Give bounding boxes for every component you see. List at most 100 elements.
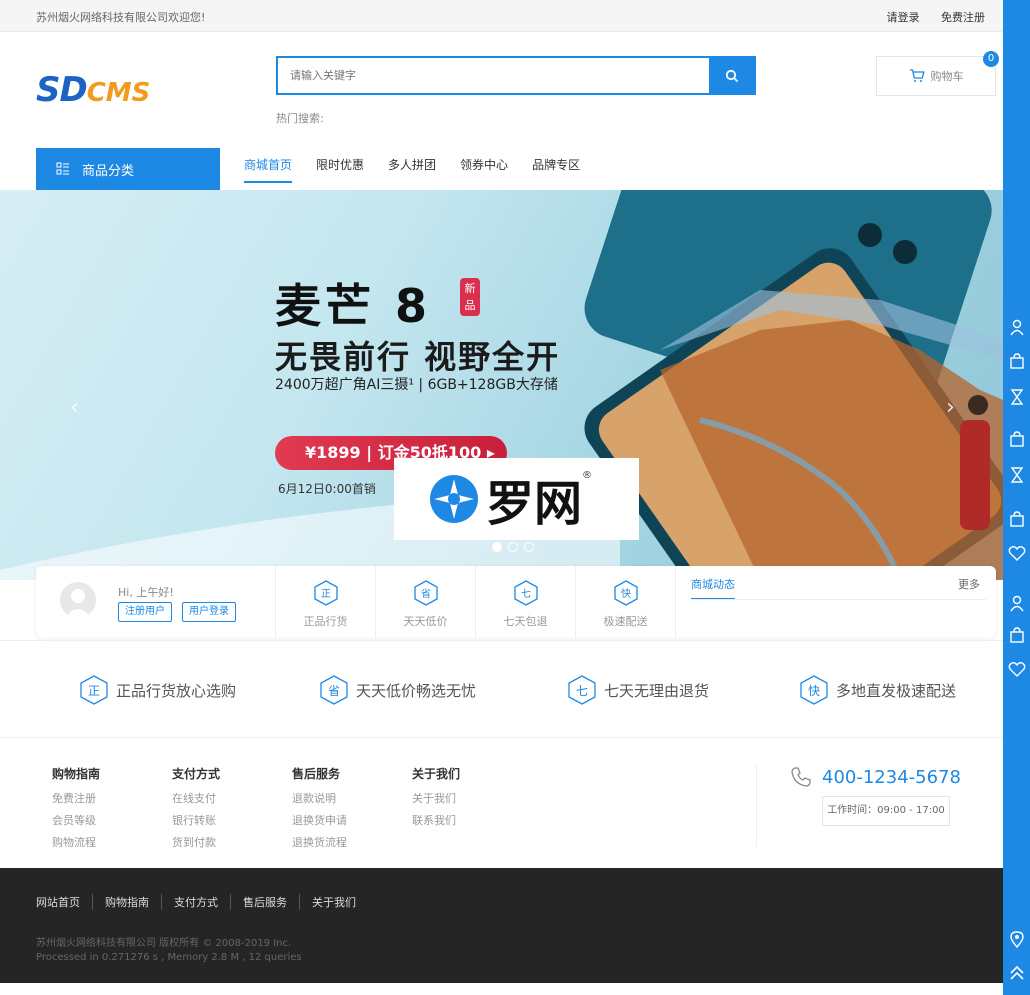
genuine-icon: 正	[313, 580, 338, 606]
guarantee-low-price: 省 天天低价畅选无忧	[320, 675, 476, 705]
guarantee-fast-delivery: 快 多地直发极速配送	[800, 675, 956, 705]
guarantee-text: 天天低价畅选无忧	[356, 681, 477, 700]
footer-link[interactable]: 会员等级	[52, 812, 162, 828]
feature-return[interactable]: 七 七天包退	[476, 566, 576, 638]
guarantee-return: 七 七天无理由退货	[568, 675, 709, 705]
footer-link[interactable]: 购物流程	[52, 834, 162, 850]
login-link[interactable]: 请登录	[887, 11, 920, 24]
nav-group-buy[interactable]: 多人拼团	[388, 156, 436, 183]
new-badge: 新品	[460, 278, 480, 316]
genuine-icon-text: 正	[321, 589, 331, 600]
bottom-link-home[interactable]: 网站首页	[36, 894, 92, 910]
carousel-dot[interactable]	[524, 542, 534, 552]
news-panel: 商城动态 更多	[691, 566, 996, 638]
footer-col-payment: 支付方式 在线支付 银行转账 货到付款	[172, 765, 282, 856]
footer-link[interactable]: 关于我们	[412, 790, 522, 806]
search-button[interactable]	[709, 58, 754, 93]
footer-link[interactable]: 在线支付	[172, 790, 282, 806]
bottom-footer: 网站首页 购物指南 支付方式 售后服务 关于我们 苏州烟火网络科技有限公司 版权…	[0, 868, 1003, 983]
account-links: 请登录 免费注册	[869, 9, 986, 25]
hourglass-icon[interactable]	[1008, 466, 1026, 484]
bag-icon[interactable]	[1008, 626, 1026, 644]
cart-label: 购物车	[930, 70, 964, 83]
nav-coupons[interactable]: 领券中心	[460, 156, 508, 183]
banner-title: 麦芒 8	[275, 279, 432, 333]
feature-label: 天天低价	[403, 615, 448, 628]
footer-divider	[756, 766, 757, 846]
fast-delivery-icon: 快	[800, 675, 828, 705]
guarantee-text: 多地直发极速配送	[836, 681, 957, 700]
carousel-dots	[492, 542, 540, 552]
nav-brands[interactable]: 品牌专区	[532, 156, 580, 183]
banner-next-arrow[interactable]: ›	[946, 395, 955, 420]
register-link[interactable]: 免费注册	[941, 11, 985, 24]
avatar	[60, 582, 96, 618]
hourglass-icon[interactable]	[1008, 388, 1026, 406]
footer-col-title: 购物指南	[52, 767, 101, 781]
processed-info: Processed in 0.271276 s , Memory 2.8 M ,…	[36, 952, 302, 963]
low-price-icon-text: 省	[421, 587, 431, 600]
info-strip: Hi, 上午好! 注册用户 用户登录 正 正品行货 省 天天低价 七 七天包退 …	[36, 566, 996, 638]
fast-delivery-icon-text: 快	[808, 684, 820, 698]
feature-low-price[interactable]: 省 天天低价	[376, 566, 476, 638]
bag-icon[interactable]	[1008, 430, 1026, 448]
cart-icon	[909, 69, 925, 82]
nav-flash-sale[interactable]: 限时优惠	[316, 156, 364, 183]
news-tab[interactable]: 商城动态	[691, 576, 735, 600]
bottom-link-guide[interactable]: 购物指南	[92, 894, 161, 910]
banner-prev-arrow[interactable]: ‹	[70, 395, 79, 420]
guarantee-text: 正品行货放心选购	[116, 681, 237, 700]
low-price-icon: 省	[320, 675, 348, 705]
guarantee-strip: 正 正品行货放心选购 省 天天低价畅选无忧 七 七天无理由退货 快 多地直发极速…	[0, 640, 1003, 738]
watermark-reg: ®	[582, 470, 593, 481]
location-icon[interactable]	[1008, 930, 1026, 948]
feature-label: 极速配送	[603, 615, 648, 628]
footer-link[interactable]: 退款说明	[292, 790, 402, 806]
search-input[interactable]	[278, 58, 710, 93]
user-icon[interactable]	[1008, 318, 1026, 336]
back-to-top-icon[interactable]	[1008, 964, 1026, 982]
logo-cms: CMS	[86, 78, 151, 108]
bag-icon[interactable]	[1008, 352, 1026, 370]
footer-col-about: 关于我们 关于我们 联系我们	[412, 765, 522, 834]
bottom-link-payment[interactable]: 支付方式	[161, 894, 230, 910]
category-button[interactable]: 商品分类	[36, 148, 220, 190]
nav-home[interactable]: 商城首页	[244, 156, 293, 183]
banner-spec: 2400万超广角AI三摄¹ | 6GB+128GB大存储	[275, 377, 558, 393]
bag-icon[interactable]	[1008, 510, 1026, 528]
news-more-link[interactable]: 更多	[958, 576, 980, 592]
cart-button[interactable]: 购物车 0	[876, 51, 999, 96]
feature-label: 正品行货	[303, 615, 348, 628]
heart-icon[interactable]	[1008, 660, 1026, 678]
feature-fast-delivery[interactable]: 快 极速配送	[576, 566, 676, 638]
news-divider	[691, 599, 986, 600]
main-nav: 商城首页 限时优惠 多人拼团 领券中心 品牌专区	[244, 156, 604, 183]
bottom-link-service[interactable]: 售后服务	[230, 894, 299, 910]
footer-link[interactable]: 银行转账	[172, 812, 282, 828]
footer-link[interactable]: 联系我们	[412, 812, 522, 828]
return-icon: 七	[513, 580, 538, 606]
carousel-dot[interactable]	[508, 542, 518, 552]
site-logo[interactable]: SDCMS	[36, 70, 166, 112]
hot-search-label: 热门搜索:	[276, 112, 324, 125]
carousel-dot[interactable]	[492, 542, 502, 552]
user-login-button[interactable]: 用户登录	[182, 602, 236, 622]
category-icon	[56, 162, 69, 175]
feature-genuine[interactable]: 正 正品行货	[276, 566, 376, 638]
footer-col-service: 售后服务 退款说明 退换货申请 退换货流程	[292, 765, 402, 856]
user-avatar-icon	[65, 589, 91, 618]
genuine-icon-text: 正	[88, 684, 100, 698]
heart-icon[interactable]	[1008, 544, 1026, 562]
footer-link[interactable]: 免费注册	[52, 790, 162, 806]
footer-link[interactable]: 货到付款	[172, 834, 282, 850]
fast-delivery-icon-text: 快	[621, 588, 631, 600]
bottom-link-about[interactable]: 关于我们	[299, 894, 368, 910]
register-user-button[interactable]: 注册用户	[118, 602, 172, 622]
low-price-icon-text: 省	[328, 684, 340, 698]
top-bar: 苏州烟火网络科技有限公司欢迎您! 请登录 免费注册	[0, 0, 1003, 32]
search-icon	[725, 69, 738, 82]
footer-link[interactable]: 退换货流程	[292, 834, 402, 850]
user-icon[interactable]	[1008, 594, 1026, 612]
footer-link[interactable]: 退换货申请	[292, 812, 402, 828]
working-hours: 工作时间：09:00 - 17:00	[822, 796, 950, 826]
